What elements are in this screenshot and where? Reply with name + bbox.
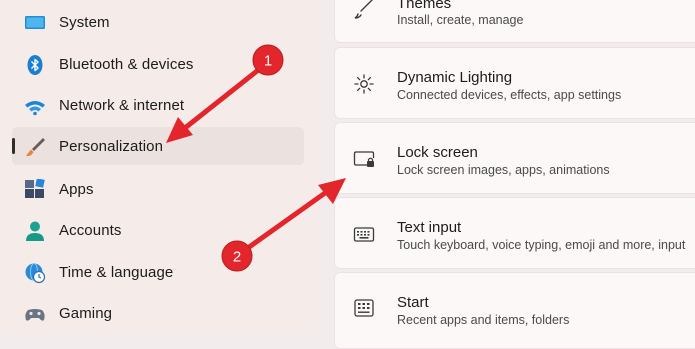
settings-card-text-input[interactable]: Text input Touch keyboard, voice typing,…	[334, 197, 695, 269]
card-description: Touch keyboard, voice typing, emoji and …	[397, 238, 686, 252]
sidebar-item-apps[interactable]: Apps	[12, 170, 304, 208]
controller-icon	[25, 309, 45, 321]
sidebar-item-label: Time & language	[59, 263, 174, 281]
sidebar-item-label: Apps	[59, 180, 94, 198]
settings-card-dynamic-lighting[interactable]: Dynamic Lighting Connected devices, effe…	[334, 47, 695, 119]
globe-clock-icon	[25, 263, 46, 284]
monitor-icon	[25, 16, 45, 29]
card-description: Install, create, manage	[397, 13, 524, 27]
card-description: Recent apps and items, folders	[397, 313, 570, 327]
sidebar-item-system[interactable]: System	[12, 3, 304, 41]
sidebar-item-label: Accounts	[59, 221, 122, 239]
card-title: Dynamic Lighting	[397, 69, 513, 86]
keyboard-icon	[353, 227, 375, 242]
sidebar-item-gaming[interactable]: Gaming	[12, 294, 304, 332]
settings-card-themes[interactable]: Themes Install, create, manage	[334, 0, 695, 43]
bluetooth-icon	[27, 55, 43, 75]
sidebar-item-personalization[interactable]: Personalization	[12, 127, 304, 165]
start-menu-icon	[354, 299, 374, 317]
card-title: Themes	[397, 0, 452, 12]
person-icon	[26, 221, 44, 241]
selection-indicator	[12, 138, 15, 154]
sidebar-item-network-internet[interactable]: Network & internet	[12, 86, 304, 124]
personalization-content: Themes Install, create, manage Dynamic L…	[318, 0, 695, 349]
settings-sidebar: System Bluetooth & devices Network & int…	[0, 0, 318, 333]
sidebar-item-bluetooth-devices[interactable]: Bluetooth & devices	[12, 45, 304, 83]
sidebar-item-label: Bluetooth & devices	[59, 55, 194, 73]
settings-card-lock-screen[interactable]: Lock screen Lock screen images, apps, an…	[334, 122, 695, 194]
sun-burst-icon	[354, 74, 374, 94]
card-description: Lock screen images, apps, animations	[397, 163, 610, 177]
sidebar-item-label: Personalization	[59, 137, 164, 155]
sidebar-item-label: Network & internet	[59, 96, 185, 114]
card-title: Start	[397, 294, 429, 311]
card-title: Lock screen	[397, 144, 478, 161]
sidebar-item-label: System	[59, 13, 110, 31]
sidebar-item-label: Gaming	[59, 304, 113, 322]
card-description: Connected devices, effects, app settings	[397, 88, 622, 102]
lock-screen-icon	[353, 151, 375, 167]
apps-icon	[25, 179, 45, 198]
brush-icon	[354, 0, 373, 19]
wifi-icon	[25, 101, 45, 116]
sidebar-item-accounts[interactable]: Accounts	[12, 211, 304, 249]
brush-icon	[26, 138, 45, 157]
settings-card-start[interactable]: Start Recent apps and items, folders	[334, 272, 695, 349]
card-title: Text input	[397, 219, 462, 236]
sidebar-item-time-language[interactable]: Time & language	[12, 253, 304, 291]
